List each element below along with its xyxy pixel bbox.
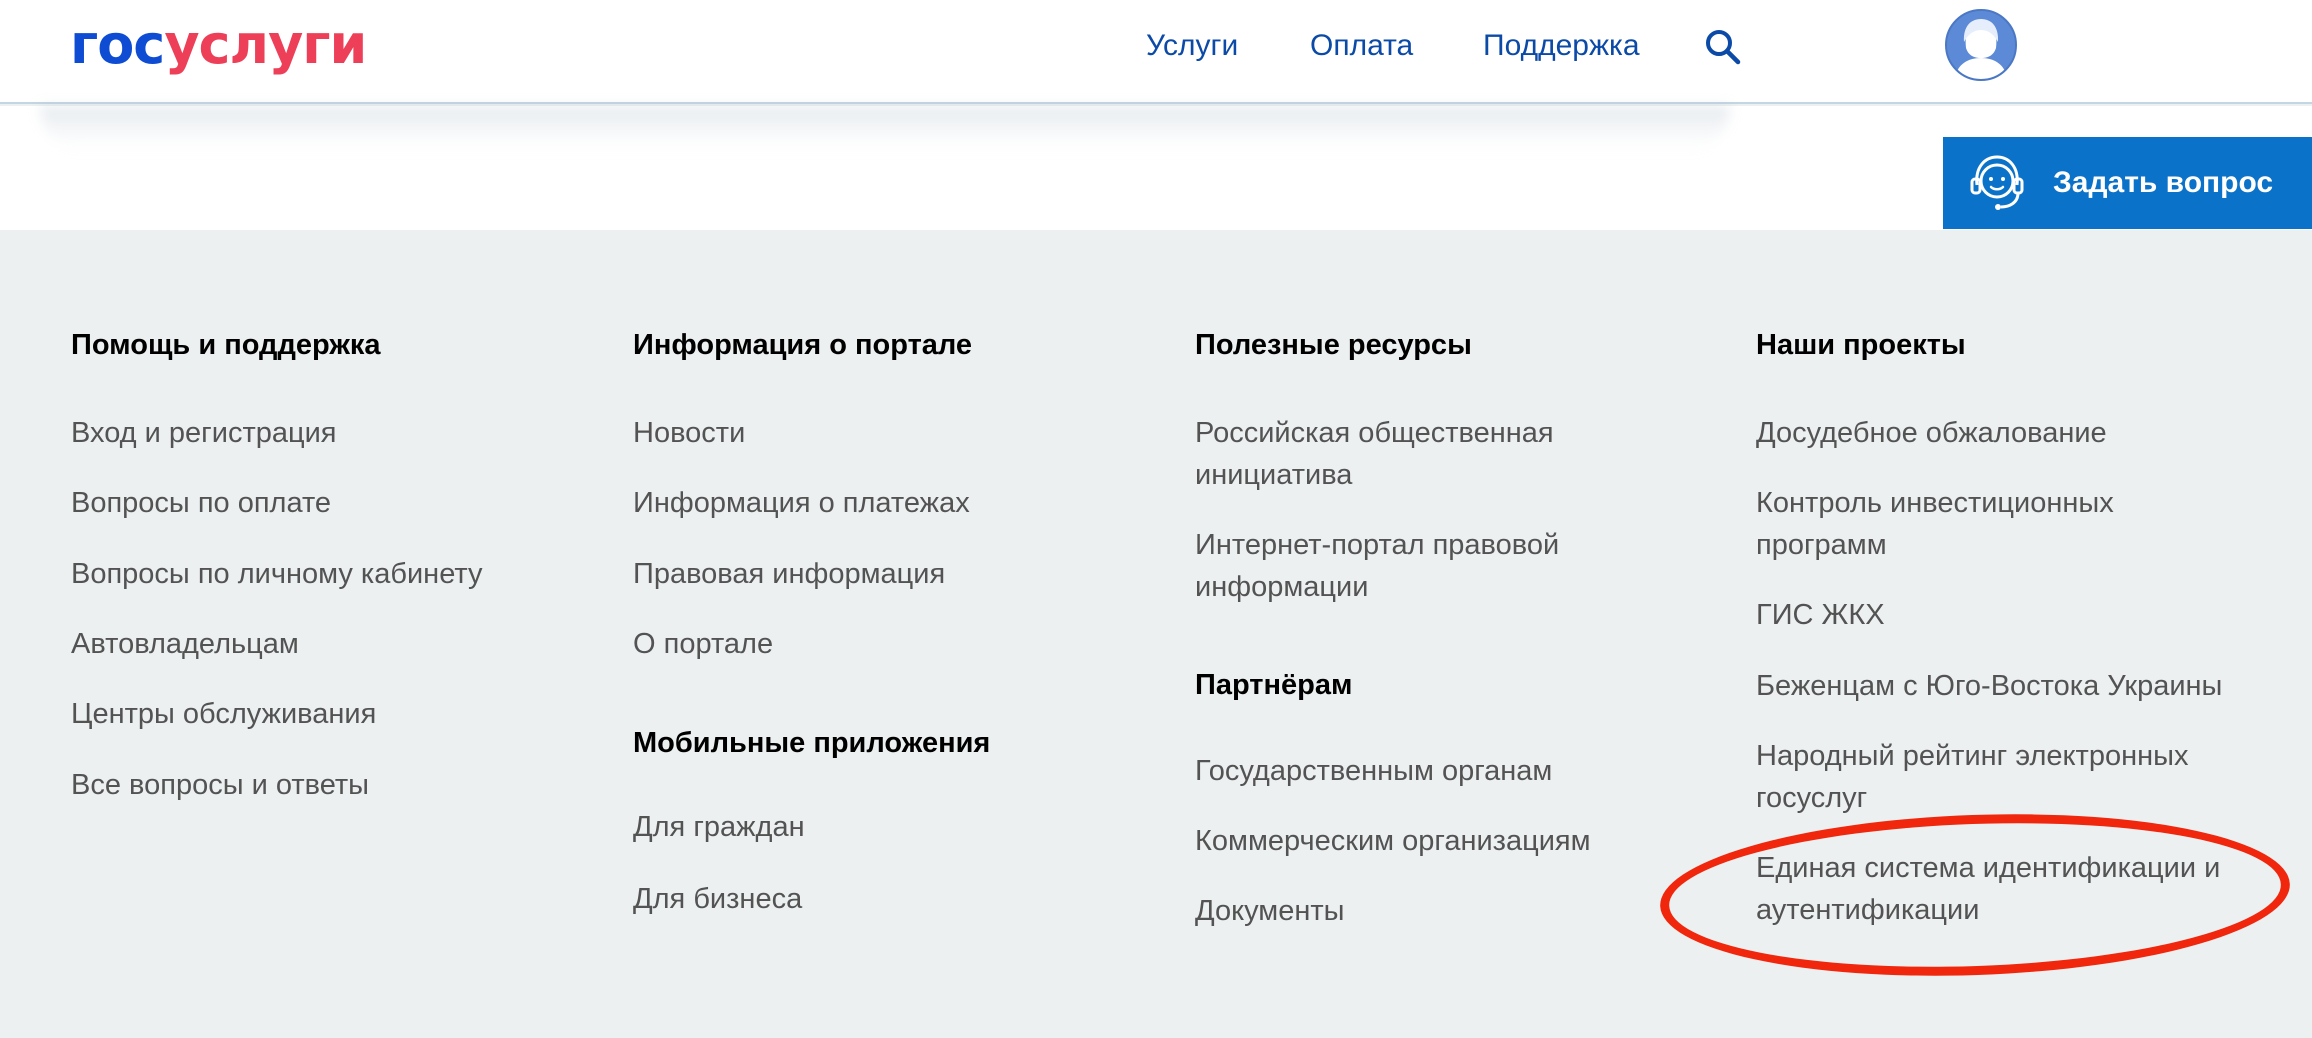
ask-question-label: Задать вопрос bbox=[2053, 166, 2274, 199]
footer-heading-portal-info: Информация о портале bbox=[633, 329, 973, 361]
nav-link-support[interactable]: Поддержка bbox=[1483, 22, 1640, 70]
dropdown-shadow bbox=[40, 106, 1730, 154]
footer-link[interactable]: Беженцам с Юго-Востока Украины bbox=[1756, 665, 2222, 707]
footer-link[interactable]: Для бизнеса bbox=[633, 878, 802, 920]
footer-link[interactable]: Контроль инвестиционных программ bbox=[1756, 482, 2176, 566]
footer-heading-mobile-apps: Мобильные приложения bbox=[633, 727, 991, 759]
ask-question-button[interactable]: Задать вопрос bbox=[1943, 137, 2312, 229]
footer-link[interactable]: Интернет-портал правовой информации bbox=[1195, 524, 1615, 608]
footer-link[interactable]: Коммерческим организациям bbox=[1195, 820, 1591, 862]
footer-link[interactable]: Центры обслуживания bbox=[71, 693, 376, 735]
footer-link[interactable]: Досудебное обжалование bbox=[1756, 412, 2107, 454]
footer-link[interactable]: Вход и регистрация bbox=[71, 412, 337, 454]
footer-link[interactable]: Новости bbox=[633, 412, 745, 454]
footer-heading-projects: Наши проекты bbox=[1756, 329, 1966, 361]
user-avatar-icon[interactable] bbox=[1944, 8, 2018, 82]
footer-link[interactable]: Российская общественная инициатива bbox=[1195, 412, 1615, 496]
footer-heading-resources: Полезные ресурсы bbox=[1195, 329, 1472, 361]
footer-link[interactable]: ГИС ЖКХ bbox=[1756, 594, 1885, 636]
footer-link[interactable]: Автовладельцам bbox=[71, 623, 299, 665]
footer-link[interactable]: Вопросы по оплате bbox=[71, 482, 331, 524]
footer-link[interactable]: Все вопросы и ответы bbox=[71, 764, 369, 806]
support-headset-icon bbox=[1965, 151, 2029, 215]
footer-link[interactable]: Правовая информация bbox=[633, 553, 945, 595]
logo-part-uslugi: услуги bbox=[164, 13, 367, 76]
nav-link-services[interactable]: Услуги bbox=[1146, 22, 1238, 70]
footer-link-esia[interactable]: Единая система идентификации и аутентифи… bbox=[1756, 847, 2256, 931]
footer-link[interactable]: Вопросы по личному кабинету bbox=[71, 553, 482, 595]
footer-link[interactable]: Для граждан bbox=[633, 806, 805, 848]
footer-link[interactable]: Государственным органам bbox=[1195, 750, 1552, 792]
site-footer: Помощь и поддержка Вход и регистрация Во… bbox=[0, 230, 2312, 1038]
footer-link[interactable]: Народный рейтинг электронных госуслуг bbox=[1756, 735, 2226, 819]
footer-heading-partners: Партнёрам bbox=[1195, 669, 1353, 701]
footer-heading-help: Помощь и поддержка bbox=[71, 329, 381, 361]
gosuslugi-logo[interactable]: госуслуги bbox=[70, 10, 367, 80]
site-header: госуслуги Услуги Оплата Поддержка bbox=[0, 0, 2312, 104]
logo-part-gos: гос bbox=[70, 13, 165, 76]
nav-link-payment[interactable]: Оплата bbox=[1310, 22, 1413, 70]
footer-link[interactable]: О портале bbox=[633, 623, 773, 665]
footer-link[interactable]: Информация о платежах bbox=[633, 482, 970, 524]
search-icon[interactable] bbox=[1703, 27, 1743, 67]
footer-link[interactable]: Документы bbox=[1195, 890, 1345, 932]
